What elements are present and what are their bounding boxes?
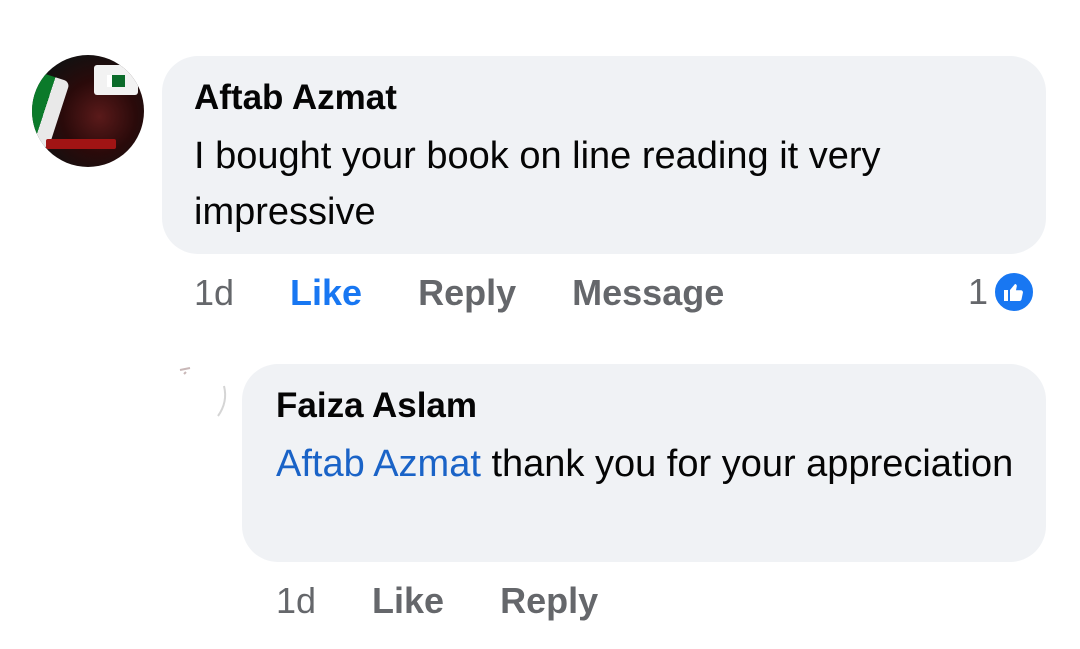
comment-thread: Aftab Azmat I bought your book on line r… [0, 0, 1080, 649]
comment-bubble: Aftab Azmat I bought your book on line r… [162, 56, 1046, 254]
comment-author[interactable]: Aftab Azmat [194, 78, 397, 118]
thumbs-up-icon [992, 270, 1037, 314]
reply-bubble: Faiza Aslam Aftab Azmat thank you for yo… [242, 364, 1046, 562]
reply-reply-button[interactable]: Reply [500, 580, 598, 622]
reply-like-button[interactable]: Like [372, 580, 444, 622]
avatar-banner [46, 139, 116, 149]
mention-link[interactable]: Aftab Azmat [276, 443, 481, 485]
reply-author[interactable]: Faiza Aslam [276, 386, 477, 426]
reaction-count: 1 [968, 271, 989, 312]
reply-avatar[interactable] [172, 362, 232, 422]
flag-graphic [32, 71, 70, 149]
reply-text: Aftab Azmat thank you for your appreciat… [276, 436, 1016, 492]
reply-message: thank you for your appreciation [480, 443, 1014, 485]
comment-timestamp[interactable]: 1d [194, 272, 234, 314]
avatar[interactable] [32, 55, 144, 167]
reply-actions: 1d Like Reply [276, 580, 654, 622]
flag-badge [94, 65, 138, 95]
reply-button[interactable]: Reply [418, 272, 516, 314]
pakistan-flag-icon [107, 75, 125, 87]
comment-text: I bought your book on line reading it ve… [194, 135, 881, 233]
reply-timestamp[interactable]: 1d [276, 580, 316, 622]
comment-actions: 1d Like Reply Message [194, 272, 780, 314]
reaction-summary[interactable]: 1 [968, 270, 1037, 314]
like-button[interactable]: Like [290, 272, 362, 314]
message-button[interactable]: Message [572, 272, 724, 314]
